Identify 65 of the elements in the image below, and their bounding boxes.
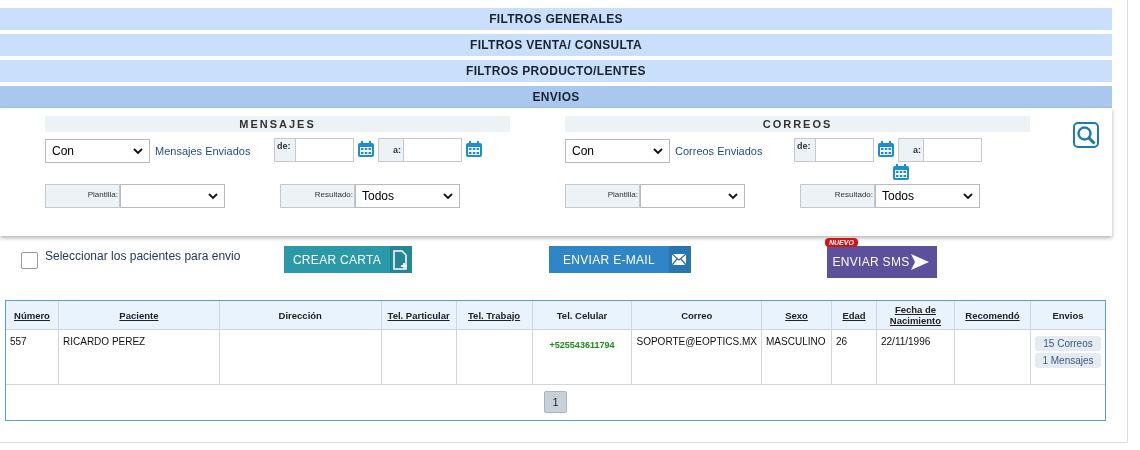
chevron-down-icon bbox=[133, 147, 143, 155]
field-label: Resultado: bbox=[280, 184, 355, 208]
dropdown[interactable]: Con bbox=[45, 139, 150, 163]
dropdown[interactable] bbox=[120, 184, 225, 208]
table-cell: 22/11/1996 bbox=[876, 329, 955, 385]
sortable-column-header[interactable]: Edad bbox=[831, 301, 877, 330]
calendar-icon bbox=[465, 140, 483, 158]
table-cell: 26 bbox=[831, 329, 877, 385]
column-header: Correo bbox=[632, 301, 762, 330]
checkbox[interactable] bbox=[21, 252, 38, 269]
chevron-down-icon bbox=[443, 192, 453, 200]
search-icon bbox=[1076, 125, 1096, 145]
chevron-down-icon bbox=[963, 192, 973, 200]
field-label: a: bbox=[912, 144, 922, 157]
accordion-header[interactable]: ENVIOS bbox=[0, 86, 1112, 108]
dropdown[interactable]: Con bbox=[565, 139, 670, 163]
action-button[interactable]: ENVIAR E-MAIL bbox=[549, 246, 691, 273]
field-label: Plantilla: bbox=[45, 184, 120, 208]
table-cell: +525543611794 bbox=[532, 329, 632, 385]
dropdown[interactable]: Todos bbox=[875, 184, 980, 208]
chevron-down-icon bbox=[653, 147, 663, 155]
sortable-column-header[interactable]: Número bbox=[6, 301, 59, 330]
sortable-column-header[interactable]: Paciente bbox=[58, 301, 220, 330]
dropdown[interactable]: Todos bbox=[355, 184, 460, 208]
sortable-column-header[interactable]: Recomendó bbox=[954, 301, 1031, 330]
sortable-column-header[interactable]: Tel. Particular bbox=[381, 301, 457, 330]
count-button[interactable]: 15 Correos bbox=[1035, 336, 1101, 351]
checkbox-label[interactable]: Seleccionar los pacientes para envio bbox=[45, 249, 241, 263]
column-header: Envios bbox=[1030, 301, 1105, 330]
link[interactable]: Mensajes Enviados bbox=[155, 145, 251, 157]
chevron-down-icon bbox=[208, 192, 218, 200]
accordion-header[interactable]: FILTROS PRODUCTO/LENTES bbox=[0, 60, 1112, 82]
search-button[interactable] bbox=[1073, 122, 1099, 148]
field-label: Plantilla: bbox=[565, 184, 640, 208]
date-field[interactable]: de: bbox=[274, 138, 354, 162]
sortable-column-header[interactable]: Sexo bbox=[761, 301, 832, 330]
dropdown[interactable] bbox=[640, 184, 745, 208]
accordion-header[interactable]: FILTROS VENTA/ CONSULTA bbox=[0, 34, 1112, 56]
calendar-icon bbox=[357, 140, 375, 158]
calendar-icon bbox=[877, 140, 895, 158]
date-field[interactable]: a: bbox=[378, 138, 462, 162]
count-button[interactable]: 1 Mensajes bbox=[1035, 353, 1101, 368]
page-button[interactable]: 1 bbox=[544, 391, 567, 413]
sortable-column-header[interactable]: Fecha de Nacimiento bbox=[876, 301, 955, 330]
send-icon bbox=[910, 252, 930, 272]
field-label: de: bbox=[796, 140, 812, 153]
sortable-column-header[interactable]: Tel. Trabajo bbox=[456, 301, 533, 330]
field-label: a: bbox=[392, 144, 402, 157]
column-header: Tel. Celular bbox=[532, 301, 632, 330]
table-cell: RICARDO PEREZ bbox=[58, 329, 220, 385]
action-button[interactable]: ENVIAR SMS bbox=[827, 246, 937, 278]
accordion-header[interactable]: FILTROS GENERALES bbox=[0, 8, 1112, 30]
table-cell: MASCULINO bbox=[761, 329, 832, 385]
calendar-icon bbox=[892, 163, 910, 181]
date-field[interactable]: de: bbox=[794, 138, 874, 162]
table-cell: 557 bbox=[6, 329, 59, 385]
section-title: CORREOS bbox=[565, 116, 1030, 132]
field-label: Resultado: bbox=[800, 184, 875, 208]
date-field[interactable]: a: bbox=[898, 138, 982, 162]
link[interactable]: Correos Enviados bbox=[675, 145, 763, 157]
chevron-down-icon bbox=[728, 192, 738, 200]
section-title: MENSAJES bbox=[45, 116, 510, 132]
field-label: de: bbox=[276, 140, 292, 153]
column-header: Dirección bbox=[219, 301, 382, 330]
table-cell: SOPORTE@EOPTICS.MX bbox=[632, 329, 762, 385]
